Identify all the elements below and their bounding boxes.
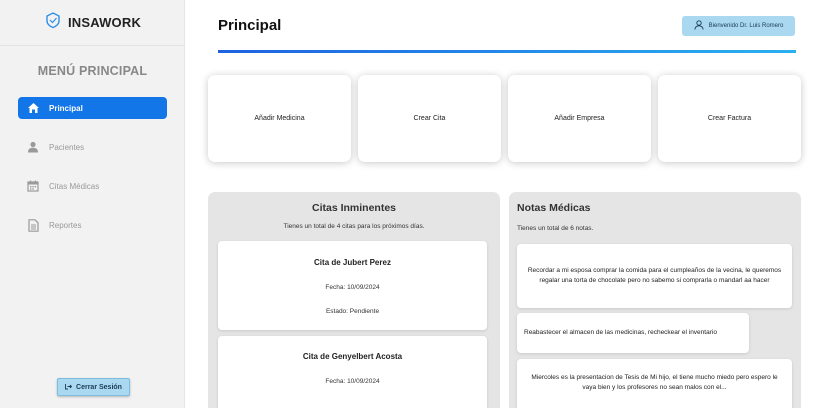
sidebar-item-citas-medicas[interactable]: Citas Médicas — [18, 175, 167, 197]
add-medicine-card[interactable]: Añadir Medicina — [208, 75, 351, 162]
logout-label: Cerrar Sesión — [76, 383, 122, 391]
panel-subtitle: Tienes un total de 4 citas para los próx… — [283, 223, 425, 230]
logout-button[interactable]: Cerrar Sesión — [57, 378, 130, 396]
user-icon — [26, 140, 40, 154]
sidebar: INSAWORK MENÚ PRINCIPAL Principal Pacien… — [0, 0, 185, 408]
panel-title: Notas Médicas — [517, 202, 591, 214]
note-text: Miercoles es la presentacion de Tesis de… — [531, 374, 778, 392]
create-invoice-card[interactable]: Crear Factura — [658, 75, 801, 162]
page-title: Principal — [218, 17, 282, 34]
sidebar-item-label: Pacientes — [49, 142, 85, 152]
action-label: Añadir Medicina — [254, 115, 305, 122]
menu-title: MENÚ PRINCIPAL — [37, 64, 148, 78]
sidebar-item-label: Citas Médicas — [49, 181, 100, 191]
upcoming-appointments-panel: Citas Inminentes Tienes un total de 4 ci… — [208, 192, 500, 408]
welcome-text: Bienvenido Dr. Luis Romero — [708, 23, 784, 29]
document-icon — [26, 218, 40, 232]
action-label: Crear Cita — [413, 115, 446, 122]
sidebar-item-pacientes[interactable]: Pacientes — [18, 136, 167, 158]
sidebar-item-label: Principal — [49, 103, 83, 113]
create-appointment-card[interactable]: Crear Cita — [358, 75, 501, 162]
note-text: Recordar a mi esposa comprar la comida p… — [527, 266, 782, 284]
appointment-status: Estado: Pendiente — [325, 308, 380, 315]
action-label: Crear Factura — [707, 115, 752, 122]
title-divider — [218, 50, 796, 53]
home-icon — [26, 101, 40, 115]
sidebar-item-reportes[interactable]: Reportes — [18, 214, 167, 236]
panel-subtitle: Tienes un total de 6 notas. — [517, 225, 594, 232]
shield-logo-icon — [44, 11, 62, 34]
logo-text: INSAWORK — [67, 15, 142, 30]
medical-notes-panel: Notas Médicas Tienes un total de 6 notas… — [509, 192, 801, 408]
appointment-date: Fecha: 10/09/2024 — [325, 284, 380, 291]
calendar-icon — [26, 179, 40, 193]
panel-title: Citas Inminentes — [311, 202, 397, 214]
user-outline-icon — [693, 20, 704, 32]
appointment-name: Cita de Genyelbert Acosta — [302, 352, 403, 361]
appointment-card[interactable]: Cita de Genyelbert Acosta Fecha: 10/09/2… — [218, 336, 487, 408]
appointment-card[interactable]: Cita de Jubert Perez Fecha: 10/09/2024 E… — [218, 241, 487, 330]
sidebar-item-label: Reportes — [49, 220, 82, 230]
logout-icon — [65, 383, 73, 392]
note-text: Reabastecer el almacen de las medicinas,… — [524, 328, 717, 336]
welcome-badge[interactable]: Bienvenido Dr. Luis Romero — [682, 16, 795, 36]
sidebar-item-principal[interactable]: Principal — [18, 97, 167, 119]
appointment-date: Fecha: 10/09/2024 — [325, 378, 380, 385]
note-card[interactable]: Recordar a mi esposa comprar la comida p… — [517, 244, 792, 308]
logo[interactable]: INSAWORK — [0, 0, 185, 46]
action-label: Añadir Empresa — [554, 115, 605, 122]
appointment-name: Cita de Jubert Perez — [314, 258, 391, 267]
add-company-card[interactable]: Añadir Empresa — [508, 75, 651, 162]
note-card[interactable]: Reabastecer el almacen de las medicinas,… — [517, 313, 749, 353]
note-card[interactable]: Miercoles es la presentacion de Tesis de… — [517, 359, 792, 408]
